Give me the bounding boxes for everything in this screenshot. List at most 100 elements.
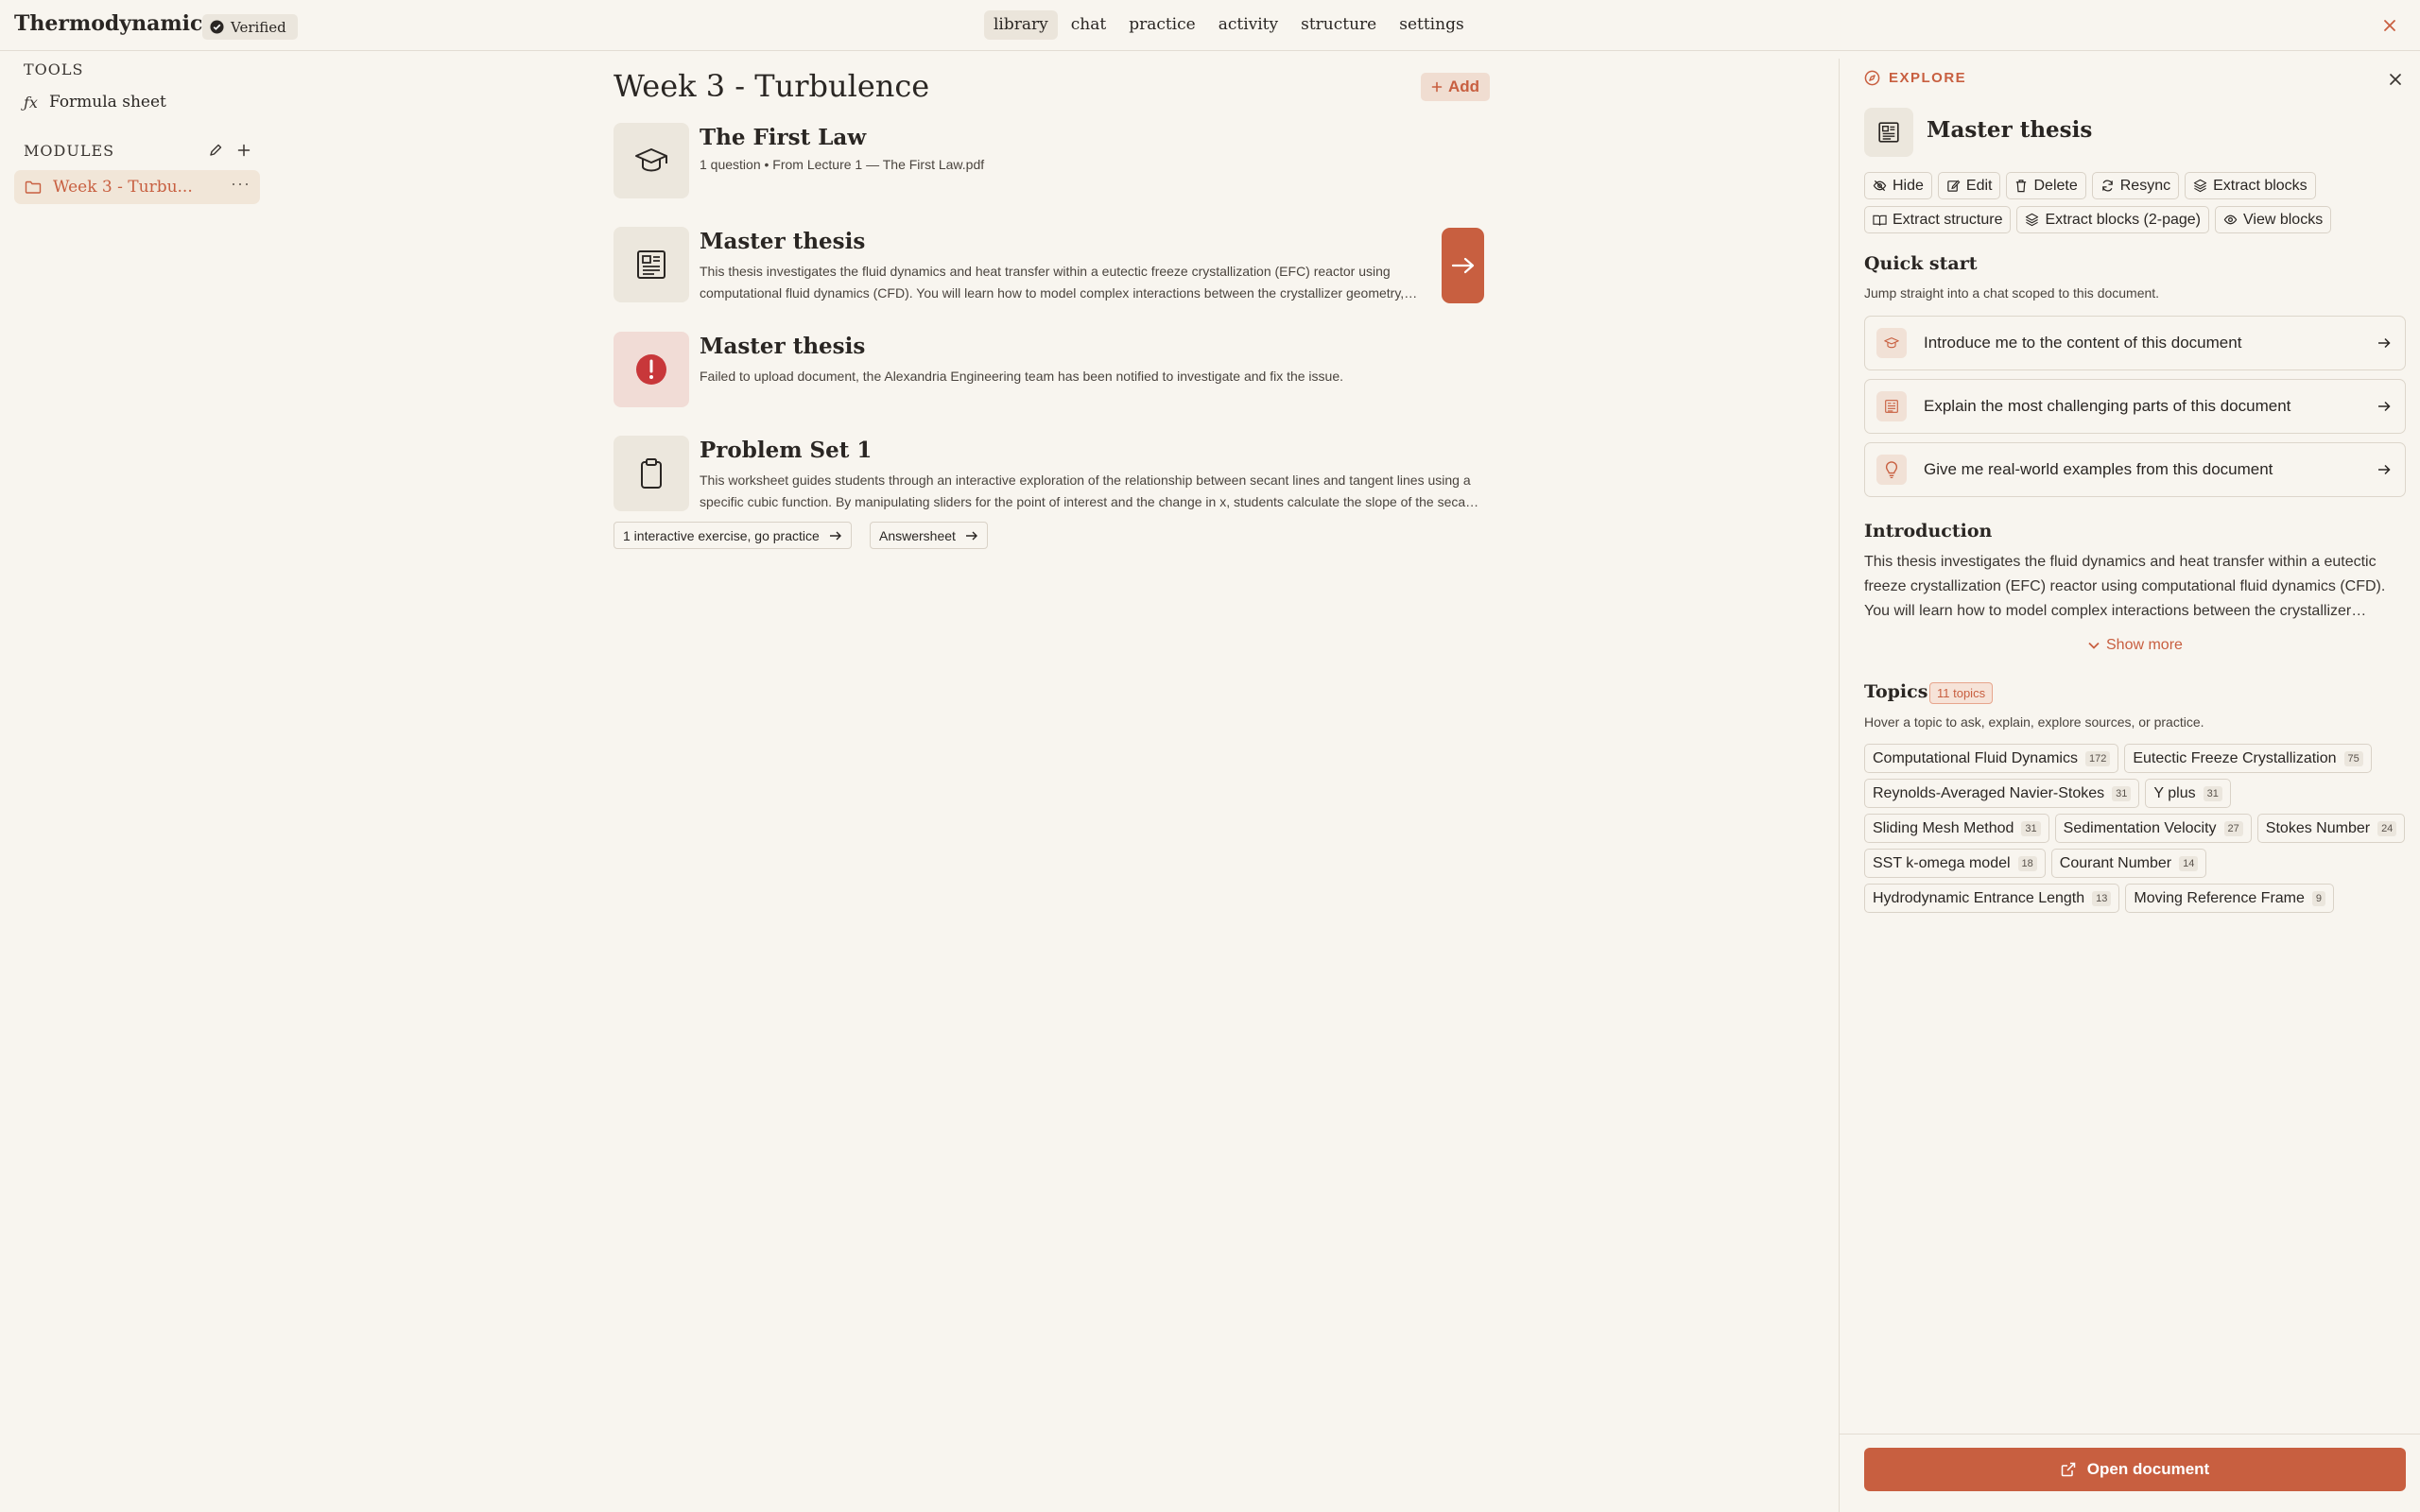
quick-start-examples[interactable]: Give me real-world examples from this do… bbox=[1864, 442, 2406, 497]
extract-blocks-2-page-label: Extract blocks (2-page) bbox=[2045, 211, 2201, 228]
topic-count: 18 bbox=[2017, 855, 2037, 871]
topic-name: Y plus bbox=[2153, 784, 2196, 801]
topic-name: SST k-omega model bbox=[1873, 854, 2011, 871]
resync-button[interactable]: Resync bbox=[2091, 172, 2180, 199]
plus-icon bbox=[1431, 81, 1443, 93]
explore-heading: EXPLORE bbox=[1864, 70, 1966, 86]
topic-chip[interactable]: Sedimentation Velocity 27 bbox=[2054, 814, 2252, 843]
nav-chat[interactable]: chat bbox=[1062, 10, 1115, 40]
delete-label: Delete bbox=[2033, 177, 2078, 194]
topic-chip[interactable]: Reynolds-Averaged Navier-Stokes 31 bbox=[1864, 779, 2140, 808]
document-item-failed[interactable]: Master thesis Failed to upload document,… bbox=[614, 332, 1483, 409]
topic-count: 27 bbox=[2223, 820, 2243, 836]
add-label: Add bbox=[1448, 77, 1480, 95]
nav-library[interactable]: library bbox=[984, 10, 1058, 40]
nav-activity[interactable]: activity bbox=[1209, 10, 1288, 40]
modules-heading: MODULES bbox=[24, 142, 115, 160]
document-item[interactable]: Problem Set 1 This worksheet guides stud… bbox=[614, 436, 1483, 513]
topic-name: Stokes Number bbox=[2265, 819, 2371, 836]
topic-chip[interactable]: Moving Reference Frame 9 bbox=[2125, 884, 2335, 913]
introduction-heading: Introduction bbox=[1864, 521, 1993, 541]
practice-link[interactable]: 1 interactive exercise, go practice bbox=[614, 522, 852, 549]
verified-label: Verified bbox=[231, 18, 286, 36]
top-bar: Thermodynamics Verified library chat pra… bbox=[0, 0, 2420, 51]
delete-button[interactable]: Delete bbox=[2006, 172, 2086, 199]
sidebar-module-week-3[interactable]: Week 3 - Turbu... ··· bbox=[14, 170, 260, 204]
topic-chip[interactable]: Stokes Number 24 bbox=[2256, 814, 2406, 843]
topic-count: 172 bbox=[2084, 750, 2111, 766]
hide-button[interactable]: Hide bbox=[1864, 172, 1932, 199]
topic-chip[interactable]: Hydrodynamic Entrance Length 13 bbox=[1864, 884, 2120, 913]
plus-icon[interactable] bbox=[236, 143, 251, 158]
open-document-arrow-button[interactable] bbox=[1442, 228, 1484, 303]
sidebar: TOOLS ƒx Formula sheet MODULES Week 3 - … bbox=[0, 51, 274, 1512]
topic-name: Sedimentation Velocity bbox=[2063, 819, 2217, 836]
extract-blocks-2-page-button[interactable]: Extract blocks (2-page) bbox=[2016, 206, 2209, 233]
answersheet-link[interactable]: Answersheet bbox=[870, 522, 988, 549]
pencil-icon[interactable] bbox=[208, 143, 223, 158]
topics-hint: Hover a topic to ask, explain, explore s… bbox=[1864, 714, 2204, 730]
topic-chip[interactable]: Computational Fluid Dynamics 172 bbox=[1864, 744, 2119, 773]
layers-icon bbox=[2025, 213, 2039, 227]
close-icon[interactable] bbox=[2380, 16, 2399, 35]
app-title: Thermodynamics bbox=[14, 11, 215, 36]
document-description: This worksheet guides students through a… bbox=[700, 472, 1477, 509]
document-item-selected[interactable]: Master thesis This thesis investigates t… bbox=[614, 227, 1483, 304]
document-title: Master thesis bbox=[700, 334, 866, 359]
document-title: The First Law bbox=[700, 125, 867, 150]
topics-heading: Topics bbox=[1864, 681, 1928, 702]
practice-link-label: 1 interactive exercise, go practice bbox=[623, 527, 820, 543]
topic-count: 14 bbox=[2179, 855, 2199, 871]
quick-start-label: Give me real-world examples from this do… bbox=[1924, 460, 2273, 478]
function-icon: ƒx bbox=[24, 93, 38, 112]
topic-count: 9 bbox=[2311, 890, 2326, 906]
extract-blocks-button[interactable]: Extract blocks bbox=[2185, 172, 2316, 199]
extract-structure-button[interactable]: Extract structure bbox=[1864, 206, 2012, 233]
topics-row: Reynolds-Averaged Navier-Stokes 31 Y plus… bbox=[1864, 779, 2231, 808]
add-button[interactable]: Add bbox=[1421, 73, 1491, 101]
topic-count: 75 bbox=[2343, 750, 2363, 766]
module-actions bbox=[208, 143, 251, 158]
module-label: Week 3 - Turbu... bbox=[53, 178, 193, 197]
resync-label: Resync bbox=[2119, 177, 2171, 194]
topic-name: Hydrodynamic Entrance Length bbox=[1873, 889, 2085, 906]
sidebar-item-formula-sheet[interactable]: ƒx Formula sheet bbox=[24, 93, 166, 112]
newspaper-icon bbox=[1864, 108, 1913, 157]
more-options-icon[interactable]: ··· bbox=[231, 174, 251, 194]
document-actions-row-2: Extract structure Extract blocks (2-page… bbox=[1864, 206, 2332, 233]
quick-start-label: Explain the most challenging parts of th… bbox=[1924, 397, 2291, 415]
topic-chip[interactable]: SST k-omega model 18 bbox=[1864, 849, 2046, 878]
edit-button[interactable]: Edit bbox=[1937, 172, 2001, 199]
check-circle-icon bbox=[210, 20, 224, 34]
quick-start-explain[interactable]: Explain the most challenging parts of th… bbox=[1864, 379, 2406, 434]
folder-icon bbox=[25, 180, 42, 195]
topic-name: Computational Fluid Dynamics bbox=[1873, 749, 2078, 766]
topics-row: Hydrodynamic Entrance Length 13 Moving Re… bbox=[1864, 884, 2335, 913]
topic-chip[interactable]: Y plus 31 bbox=[2145, 779, 2231, 808]
quick-start-introduce[interactable]: Introduce me to the content of this docu… bbox=[1864, 316, 2406, 370]
newspaper-icon bbox=[614, 227, 689, 302]
topic-chip[interactable]: Sliding Mesh Method 31 bbox=[1864, 814, 2049, 843]
tools-heading: TOOLS bbox=[24, 60, 84, 78]
topic-chip[interactable]: Eutectic Freeze Crystallization 75 bbox=[2124, 744, 2372, 773]
view-blocks-button[interactable]: View blocks bbox=[2215, 206, 2332, 233]
topic-count: 31 bbox=[2021, 820, 2041, 836]
nav-settings[interactable]: settings bbox=[1390, 10, 1473, 40]
quick-start-subtitle: Jump straight into a chat scoped to this… bbox=[1864, 285, 2160, 301]
topic-chip[interactable]: Courant Number 14 bbox=[2050, 849, 2207, 878]
nav-practice[interactable]: practice bbox=[1119, 10, 1205, 40]
graduation-cap-icon bbox=[614, 123, 689, 198]
clipboard-icon bbox=[614, 436, 689, 511]
arrow-right-icon bbox=[1451, 257, 1474, 274]
close-panel-icon[interactable] bbox=[2386, 70, 2405, 89]
quick-start-label: Introduce me to the content of this docu… bbox=[1924, 334, 2242, 352]
topic-count: 31 bbox=[2203, 785, 2222, 801]
show-more-button[interactable]: Show more bbox=[2087, 637, 2183, 654]
panel-footer-divider bbox=[1840, 1434, 2420, 1435]
nav-structure[interactable]: structure bbox=[1291, 10, 1386, 40]
view-blocks-label: View blocks bbox=[2243, 211, 2324, 228]
topics-row: SST k-omega model 18 Courant Number 14 bbox=[1864, 849, 2207, 878]
document-item[interactable]: The First Law 1 question • From Lecture … bbox=[614, 123, 1483, 200]
open-document-button[interactable]: Open document bbox=[1864, 1448, 2406, 1491]
edit-label: Edit bbox=[1965, 177, 1993, 194]
